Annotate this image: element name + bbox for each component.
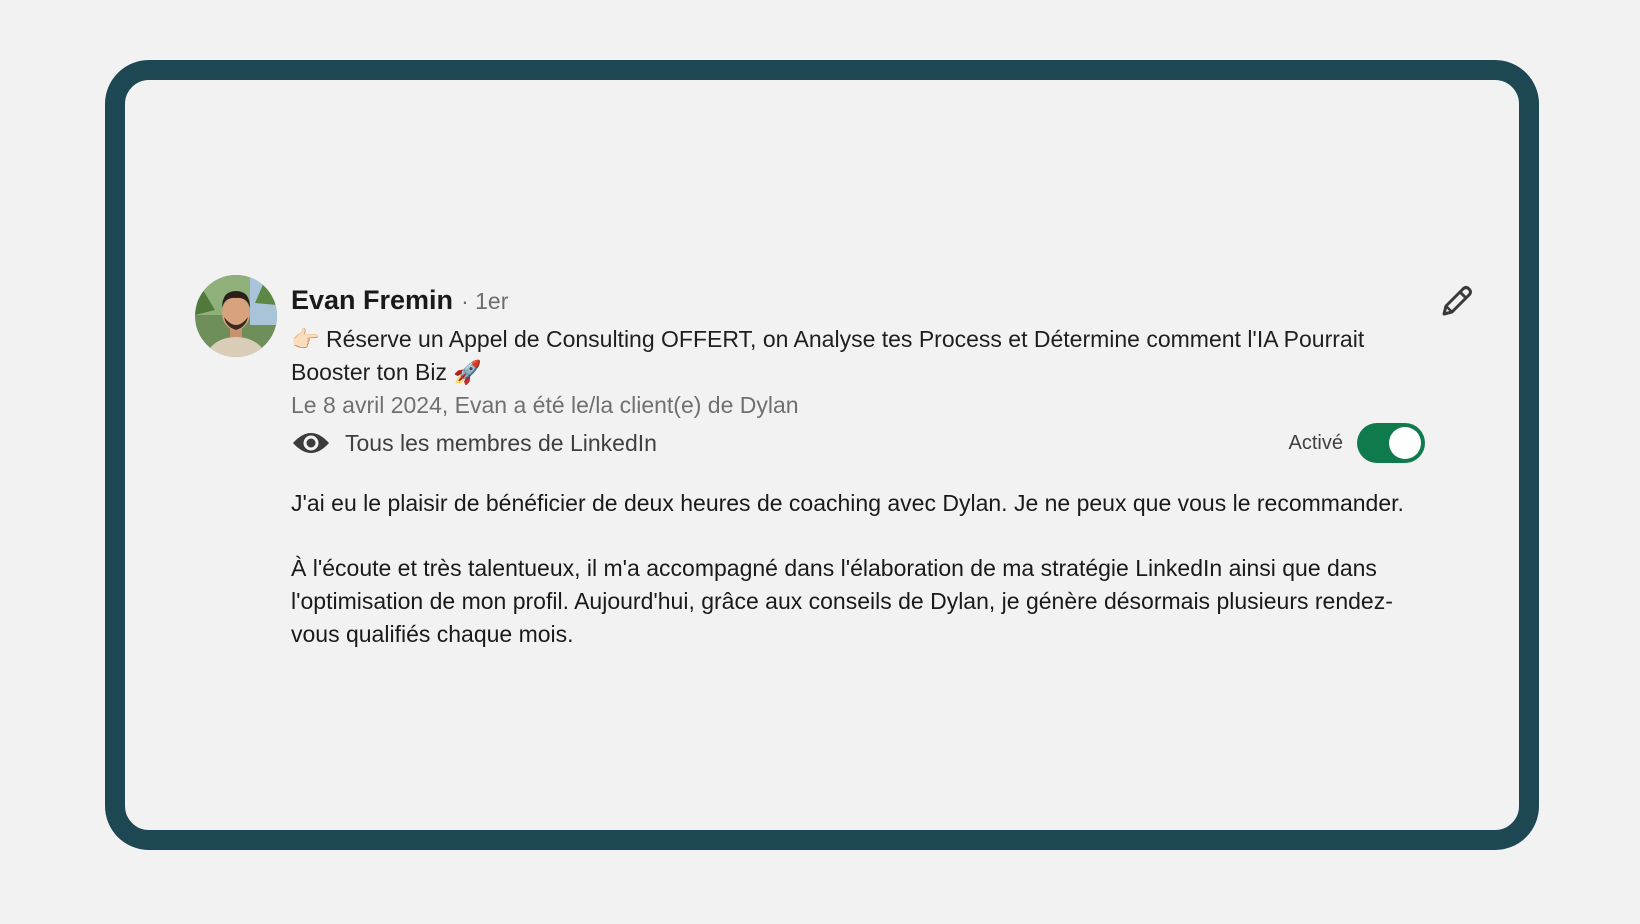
visibility-label: Tous les membres de LinkedIn — [345, 429, 657, 456]
visibility-row: Tous les membres de LinkedIn Activé — [291, 423, 1425, 463]
toggle-knob — [1389, 427, 1421, 459]
recommendation-content: Evan Fremin · 1er 👉🏻 Réserve un Appel de… — [291, 285, 1425, 683]
recommendation-date-relation: Le 8 avril 2024, Evan a été le/la client… — [291, 392, 799, 418]
visibility-toggle-group: Activé — [1289, 423, 1425, 463]
author-name[interactable]: Evan Fremin — [291, 285, 453, 316]
connection-degree: · 1er — [461, 288, 509, 314]
visibility-toggle[interactable] — [1357, 423, 1425, 463]
recommendation-paragraph: J'ai eu le plaisir de bénéficier de deux… — [291, 490, 1404, 516]
avatar[interactable] — [195, 275, 277, 357]
author-headline: 👉🏻 Réserve un Appel de Consulting OFFERT… — [291, 326, 1365, 385]
recommendation-text: J'ai eu le plaisir de bénéficier de deux… — [291, 487, 1411, 651]
toggle-label: Activé — [1288, 431, 1343, 454]
recommendation-card: Evan Fremin · 1er 👉🏻 Réserve un Appel de… — [105, 60, 1539, 850]
eye-icon — [291, 429, 331, 457]
author-line: Evan Fremin · 1er — [291, 285, 1411, 315]
pencil-icon[interactable] — [1436, 282, 1476, 322]
recommendation-paragraph: À l'écoute et très talentueux, il m'a ac… — [291, 555, 1393, 647]
avatar-image — [195, 275, 277, 357]
